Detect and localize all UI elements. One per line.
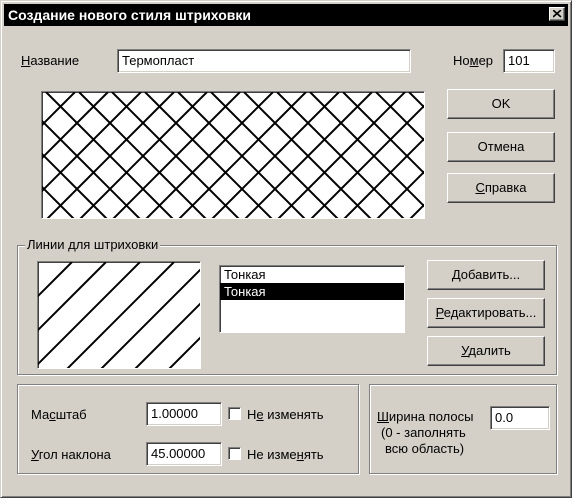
hatch-preview	[41, 91, 425, 219]
scale-lock-checkbox[interactable]	[228, 407, 241, 420]
lines-group-caption: Линии для штриховки	[25, 237, 161, 252]
cancel-button[interactable]: Отмена	[447, 132, 555, 162]
number-label: Номер	[453, 53, 494, 68]
scale-lock-label: Не изменять	[247, 407, 324, 422]
line-preview	[37, 261, 201, 369]
hatch-style-dialog: Создание нового стиля штриховки Название…	[0, 0, 572, 498]
name-label: Название	[21, 53, 80, 68]
diagonal-lines-pattern	[38, 262, 200, 368]
width-hint-line1: (0 - заполнять	[381, 425, 466, 440]
number-input[interactable]: 101	[503, 49, 555, 73]
name-input[interactable]: Термопласт	[117, 49, 411, 73]
add-button[interactable]: Добавить...	[427, 260, 545, 290]
close-button[interactable]	[549, 7, 565, 21]
ok-button[interactable]: OK	[447, 89, 555, 119]
angle-input[interactable]: 45.00000	[146, 442, 222, 466]
angle-lock-checkbox[interactable]	[228, 447, 241, 460]
scale-input[interactable]: 1.00000	[146, 402, 222, 426]
angle-lock-label: Не изменять	[247, 447, 324, 462]
crosshatch-pattern	[42, 92, 424, 218]
list-item[interactable]: Тонкая	[220, 266, 404, 283]
width-label: Ширина полосы	[377, 409, 474, 424]
window-title: Создание нового стиля штриховки	[8, 7, 252, 23]
help-button[interactable]: Справка	[447, 173, 555, 203]
lines-list[interactable]: Тонкая Тонкая	[219, 265, 405, 333]
width-input[interactable]: 0.0	[490, 406, 550, 430]
angle-label: Угол наклона	[31, 447, 111, 462]
edit-button[interactable]: Редактировать...	[427, 298, 545, 328]
delete-button[interactable]: Удалить	[427, 336, 545, 366]
title-bar[interactable]: Создание нового стиля штриховки	[4, 4, 568, 26]
close-icon	[553, 10, 562, 18]
width-hint-line2: всю область)	[385, 441, 465, 456]
list-item-selected[interactable]: Тонкая	[220, 283, 404, 300]
scale-label: Масштаб	[31, 407, 87, 422]
